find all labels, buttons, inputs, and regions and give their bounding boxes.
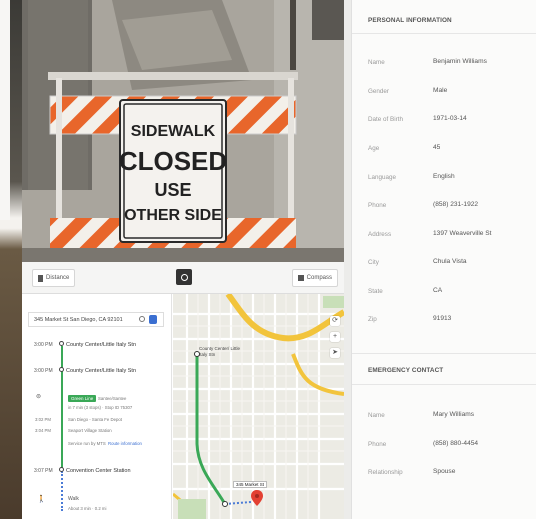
train-icon: ⊜ xyxy=(36,394,42,400)
service-note: Service run by MTS xyxy=(68,441,106,446)
transit-line xyxy=(61,346,63,471)
sign-line1: SIDEWALK xyxy=(131,123,216,140)
search-icon[interactable] xyxy=(139,316,145,322)
line-destination: Santee/Santee xyxy=(98,396,127,401)
state-value: CA xyxy=(433,287,443,294)
dob-label: Date of Birth xyxy=(368,116,403,123)
gender-value: Male xyxy=(433,87,448,94)
contact-name-label: Name xyxy=(368,412,385,419)
phone-label: Phone xyxy=(368,202,387,209)
app-frame: SIDEWALK CLOSED USE OTHER SIDE Distance … xyxy=(0,0,536,519)
personal-heading: PERSONAL INFORMATION xyxy=(368,17,452,24)
walk-label: Walk xyxy=(68,496,79,502)
phone-value: (858) 231-1922 xyxy=(433,201,479,208)
station-label: County Center/ Little Italy Stn xyxy=(199,346,241,357)
transit-icon[interactable] xyxy=(149,315,157,324)
contact-name-value: Mary Williams xyxy=(433,411,475,418)
divider xyxy=(352,353,536,354)
search-box[interactable]: 345 Market St San Diego, CA 92101 xyxy=(28,312,164,327)
directions-panel: 345 Market St San Diego, CA 92101 3:00 P… xyxy=(22,294,172,519)
search-input[interactable]: 345 Market St San Diego, CA 92101 xyxy=(34,317,123,323)
zip-value: 91913 xyxy=(433,315,452,322)
gender-label: Gender xyxy=(368,88,390,95)
walk-line xyxy=(61,471,63,511)
emergency-heading: EMERGENCY CONTACT xyxy=(368,367,444,374)
camera-icon xyxy=(180,273,188,281)
age-value: 45 xyxy=(433,144,441,151)
street-map[interactable]: County Center/ Little Italy Stn 345 Mark… xyxy=(173,294,344,519)
destination-label: 345 Market St xyxy=(233,481,268,488)
age-label: Age xyxy=(368,145,380,152)
address-label: Address xyxy=(368,231,392,238)
divider xyxy=(352,33,536,34)
line-badge: Green Line xyxy=(68,395,97,402)
line-detail: in 7 min (3 stops) · Stop ID 75307 xyxy=(68,405,133,410)
capture-button[interactable] xyxy=(176,269,192,285)
dob-value: 1971-03-14 xyxy=(433,115,467,122)
stop-dot xyxy=(59,341,64,346)
address-value: 1397 Weaverville St xyxy=(433,230,492,237)
city-value: Chula Vista xyxy=(433,258,467,265)
compass-icon xyxy=(297,275,304,281)
route-info-link[interactable]: Route information xyxy=(108,441,142,446)
name-label: Name xyxy=(368,59,385,66)
name-value: Benjamin Williams xyxy=(433,58,487,65)
sign-line4: OTHER SIDE xyxy=(124,207,222,224)
walk-icon: 🚶 xyxy=(37,496,46,503)
divider xyxy=(352,384,536,385)
language-value: English xyxy=(433,173,455,180)
contact-phone-value: (858) 880-4454 xyxy=(433,440,479,447)
sign-line2: CLOSED xyxy=(119,146,227,176)
locate-icon[interactable]: ➤ xyxy=(330,348,340,358)
ruler-icon xyxy=(38,274,43,282)
city-label: City xyxy=(368,259,379,266)
map-panel: 345 Market St San Diego, CA 92101 3:00 P… xyxy=(22,294,344,519)
sign-line3: USE xyxy=(154,180,191,200)
compass-label: Compass xyxy=(306,275,332,281)
distance-button[interactable]: Distance xyxy=(32,269,76,287)
relationship-label: Relationship xyxy=(368,469,403,476)
rotate-icon[interactable]: ⟳ xyxy=(330,316,340,326)
distance-label: Distance xyxy=(46,275,70,281)
camera-toolbar: Distance Compass xyxy=(22,262,344,294)
info-panel: PERSONAL INFORMATION Name Benjamin Willi… xyxy=(351,0,536,519)
background-strip xyxy=(0,0,22,519)
state-label: State xyxy=(368,288,383,295)
stop-dot xyxy=(59,367,64,372)
zoom-in-icon[interactable]: + xyxy=(330,332,340,342)
stop-dot xyxy=(59,467,64,472)
camera-feed[interactable]: SIDEWALK CLOSED USE OTHER SIDE xyxy=(22,0,344,262)
relationship-value: Spouse xyxy=(433,468,456,475)
contact-phone-label: Phone xyxy=(368,441,387,448)
walk-detail: About 3 min · 0.2 mi xyxy=(68,506,107,511)
compass-button[interactable]: Compass xyxy=(291,269,338,287)
zip-label: Zip xyxy=(368,316,377,323)
language-label: Language xyxy=(368,174,397,181)
